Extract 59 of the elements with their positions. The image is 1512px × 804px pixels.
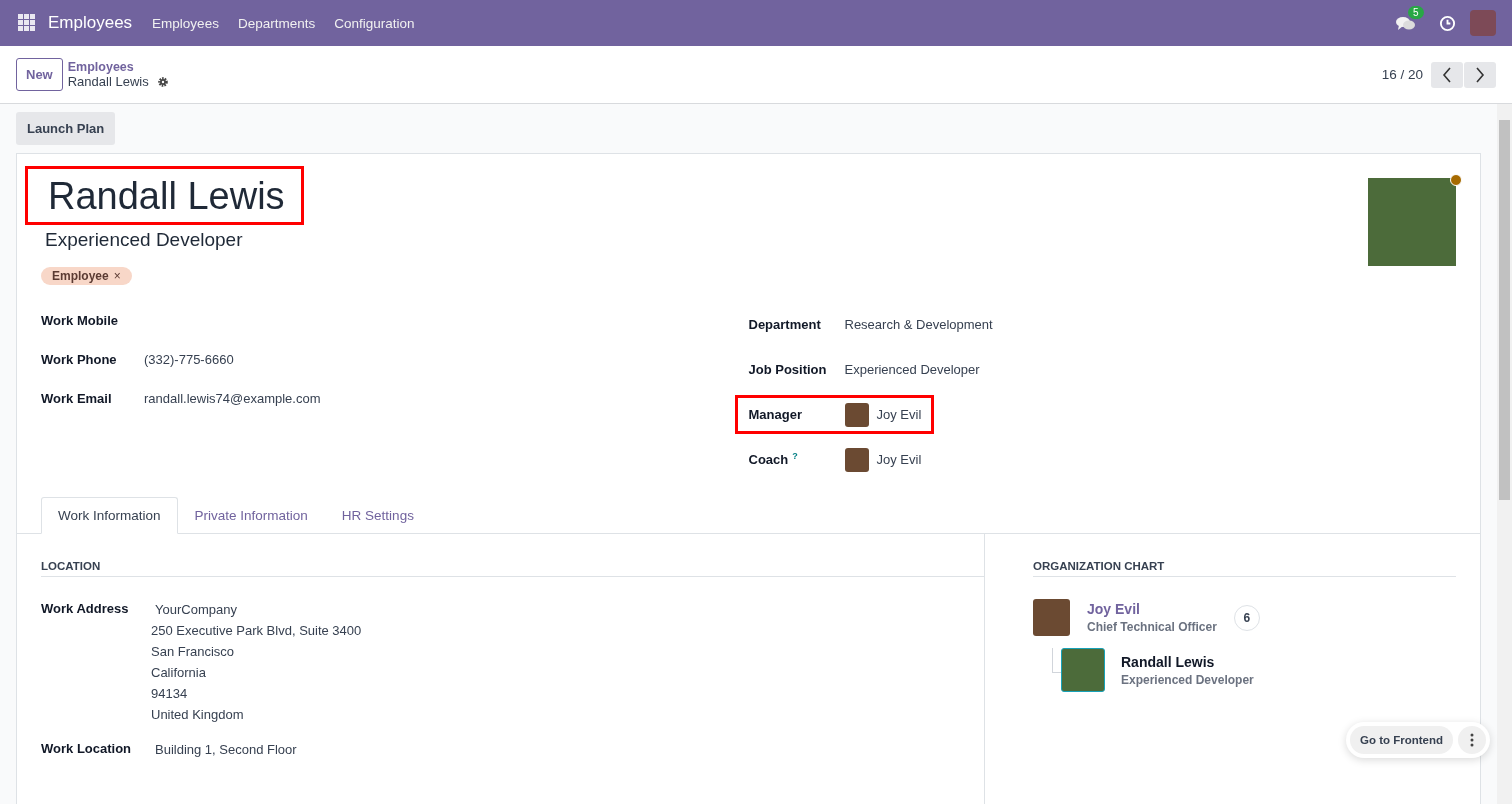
clock-icon[interactable] xyxy=(1439,14,1456,32)
job-title: Chief Technical Officer xyxy=(1087,620,1217,634)
field-label: Department xyxy=(748,317,822,332)
breadcrumb-link[interactable]: Employees xyxy=(67,60,169,74)
employee-name[interactable]: Randall Lewis xyxy=(25,166,304,225)
field-label: Coach $^{?}$ xyxy=(748,451,799,468)
field-value[interactable]: Joy Evil xyxy=(876,407,922,422)
field-label: Work Location xyxy=(41,740,133,758)
employee-name: Randall Lewis xyxy=(1121,653,1216,670)
address-line: 94134 xyxy=(151,685,189,703)
tab[interactable]: Work Information xyxy=(41,497,178,534)
field-value[interactable]: Experienced Developer xyxy=(844,362,980,377)
status-dot xyxy=(1450,174,1462,186)
field-value[interactable]: Building 1, Second Floor xyxy=(151,739,297,760)
address-line[interactable]: YourCompany xyxy=(151,599,362,620)
field-label: Work Email xyxy=(41,391,113,406)
section-title: LOCATION xyxy=(41,560,984,577)
tab[interactable]: HR Settings xyxy=(324,497,431,534)
job-title: Experienced Developer xyxy=(1121,672,1254,687)
address-line: San Francisco xyxy=(151,643,236,661)
remove-tag-button[interactable]: × xyxy=(113,269,121,283)
chevron-right-icon xyxy=(1475,66,1485,83)
message-count-badge: 5 xyxy=(1408,6,1424,19)
new-button[interactable]: New xyxy=(16,58,63,91)
pager-counter: 16 / 20 xyxy=(1381,67,1423,82)
address-line: United Kingdom xyxy=(151,706,245,724)
address-line: California xyxy=(151,664,207,682)
field-label: Work Phone xyxy=(41,352,118,367)
app-grid-icon[interactable] xyxy=(18,14,36,32)
field-value[interactable]: randall.lewis74@example.com xyxy=(144,391,321,406)
avatar-placeholder xyxy=(1061,648,1105,692)
field-label: Work Address xyxy=(41,600,130,618)
breadcrumb-current: Randall Lewis xyxy=(67,74,149,89)
field-value[interactable]: (332)-775-6660 xyxy=(144,352,234,367)
previous-button[interactable] xyxy=(1431,61,1463,88)
manager-name-link[interactable]: Joy Evil xyxy=(1087,601,1217,617)
employee-tag[interactable]: Employee × xyxy=(41,267,132,285)
chat-icon[interactable] xyxy=(1395,14,1417,32)
kebab-icon xyxy=(1470,733,1475,747)
field-label: Work Mobile xyxy=(41,313,120,328)
avatar-placeholder xyxy=(1033,599,1070,636)
app-name[interactable]: Employees xyxy=(48,13,133,33)
go-to-frontend-button[interactable]: Go to Frontend xyxy=(1350,726,1454,754)
section-title: ORGANIZATION CHART xyxy=(1033,560,1456,577)
launch-plan-button[interactable]: Launch Plan xyxy=(16,112,116,145)
field-label: Manager xyxy=(748,407,803,422)
scrollbar[interactable] xyxy=(1497,104,1512,804)
menu-item[interactable]: Departments xyxy=(237,15,316,31)
next-button[interactable] xyxy=(1464,61,1496,88)
job-title-field[interactable]: Experienced Developer xyxy=(45,229,1368,251)
tab[interactable]: Private Information xyxy=(177,497,325,534)
address-line: 250 Executive Park Blvd, Suite 3400 xyxy=(151,622,362,640)
field-value[interactable]: Research & Development xyxy=(844,317,993,332)
menu-item[interactable]: Configuration xyxy=(334,15,415,31)
field-value[interactable]: Joy Evil xyxy=(876,452,922,467)
chevron-left-icon xyxy=(1442,66,1452,83)
menu-item[interactable]: Employees xyxy=(152,15,219,31)
field-label: Job Position xyxy=(748,362,828,377)
gear-icon[interactable] xyxy=(156,75,169,88)
